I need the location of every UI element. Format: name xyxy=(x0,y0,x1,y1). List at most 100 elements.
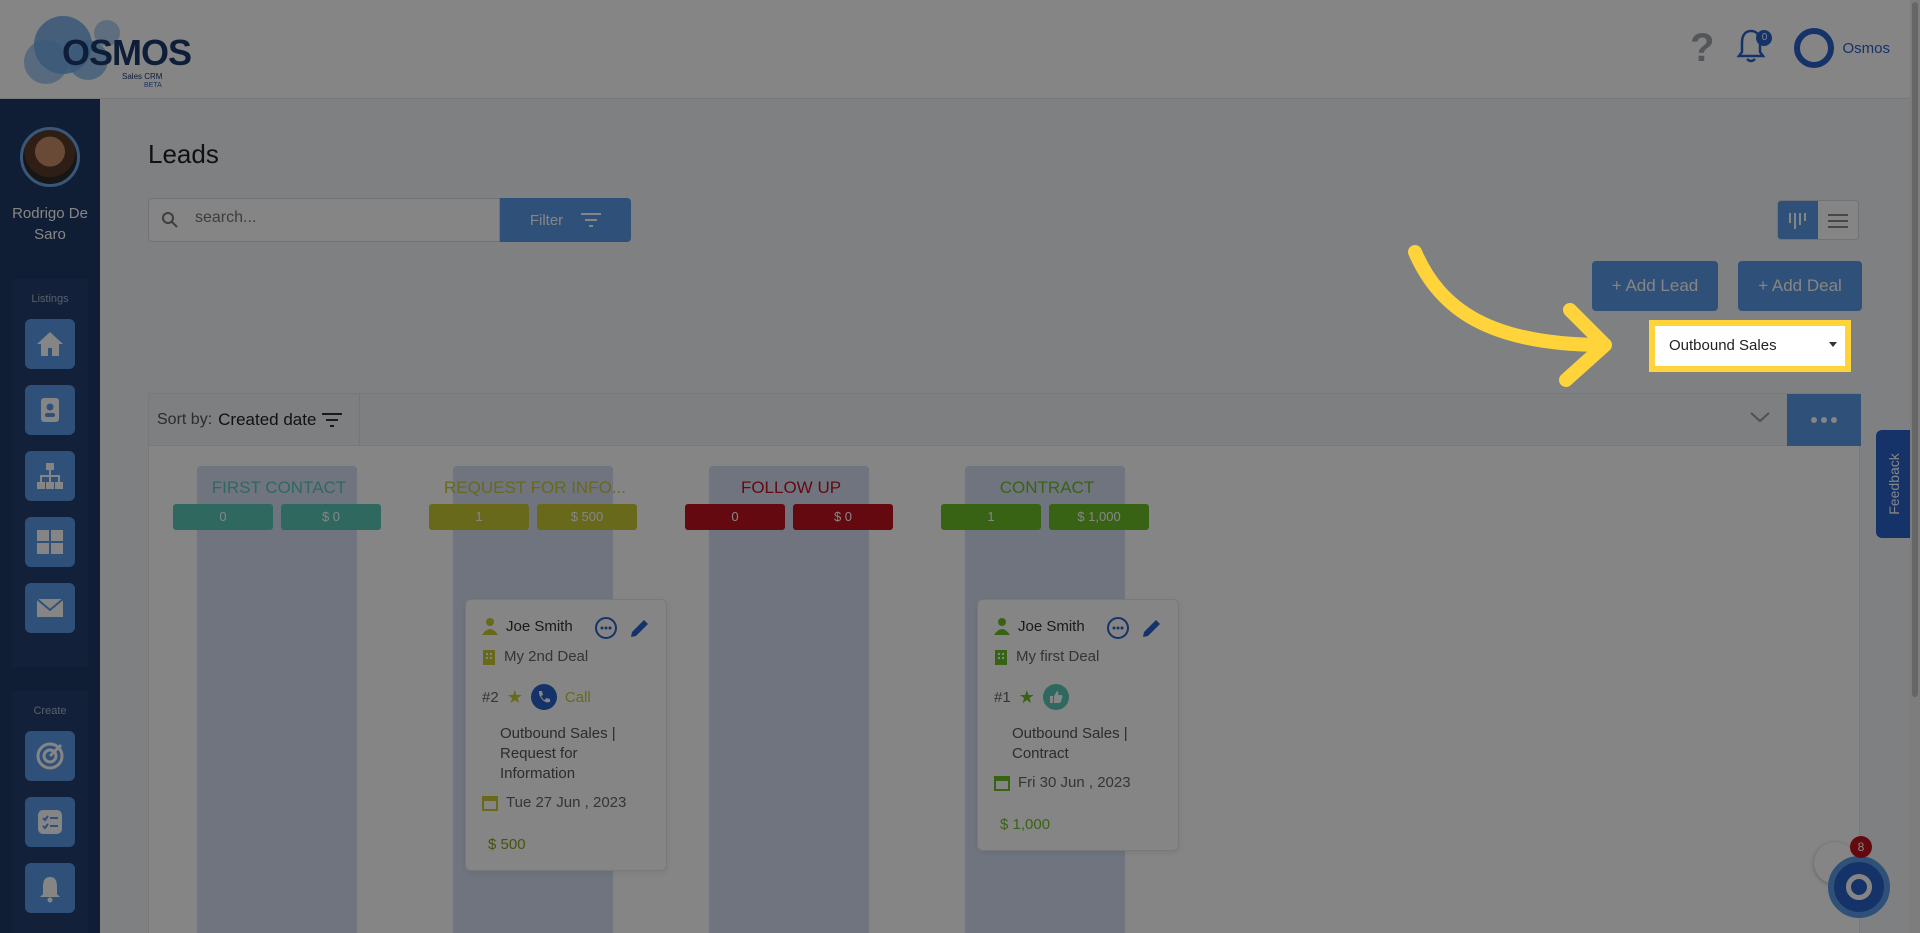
sidebar-item-create-reminder[interactable] xyxy=(25,863,75,913)
card-deal: My 2nd Deal xyxy=(482,648,588,665)
card-contact: Joe Smith xyxy=(994,617,1085,635)
list-icon xyxy=(1828,214,1848,228)
feedback-tab[interactable]: Feedback xyxy=(1876,430,1910,538)
highlight-frame xyxy=(1649,320,1851,372)
stage-count: 1 xyxy=(429,504,529,530)
more-dot xyxy=(1821,417,1827,423)
filter-label: Filter xyxy=(529,211,564,229)
notifications-button[interactable]: 0 xyxy=(1736,28,1773,68)
sidebar: Rodrigo De Saro Listings Create xyxy=(0,99,100,933)
more-dot xyxy=(1831,417,1837,423)
target-icon xyxy=(36,742,64,770)
person-icon xyxy=(994,618,1010,635)
kanban-icon xyxy=(1789,213,1806,229)
mail-icon xyxy=(36,598,64,617)
stage-title: FIRST CONTACT xyxy=(211,478,347,497)
sort-bar: Sort by: Created date xyxy=(149,394,1861,446)
sidebar-item-mail[interactable] xyxy=(25,583,75,633)
deal-card[interactable]: Joe Smith My 2nd Deal #2 ★ Call Outbound… xyxy=(465,599,667,871)
search-icon xyxy=(162,212,178,228)
card-stage: Outbound Sales | Contract xyxy=(1012,725,1128,762)
phone-icon[interactable] xyxy=(530,684,557,710)
app-root: OSMOS Sales CRM BETA ? 0 Osmos Rodrigo D… xyxy=(0,0,1920,933)
card-meta: #1 ★ xyxy=(994,684,1069,710)
edit-icon[interactable] xyxy=(1140,616,1164,640)
stage-amount: $ 1,000 xyxy=(1049,504,1149,530)
card-rank: #2 xyxy=(482,688,499,706)
chat-launcher-button[interactable] xyxy=(1828,856,1890,918)
account-menu[interactable]: Osmos xyxy=(1794,28,1890,68)
sort-control[interactable]: Sort by: Created date xyxy=(157,410,343,430)
search-input[interactable] xyxy=(195,209,485,227)
chat-logo-icon xyxy=(1846,874,1872,900)
card-contact: Joe Smith xyxy=(482,617,573,635)
kanban-view-button[interactable] xyxy=(1778,201,1818,239)
sidebar-item-create-task[interactable] xyxy=(25,797,75,847)
card-date: Tue 27 Jun , 2023 xyxy=(482,794,626,811)
card-meta: #2 ★ Call xyxy=(482,684,591,710)
card-amount: $ 1,000 xyxy=(1000,816,1051,833)
sidebar-user-name: Rodrigo De Saro xyxy=(12,205,88,243)
star-icon: ★ xyxy=(506,686,523,707)
person-icon xyxy=(482,618,498,635)
sidebar-item-home[interactable] xyxy=(25,319,75,369)
sidebar-item-create-goal[interactable] xyxy=(25,731,75,781)
deal-card[interactable]: Joe Smith My first Deal #1 ★ Outbound Sa… xyxy=(977,599,1179,851)
card-date: Fri 30 Jun , 2023 xyxy=(994,774,1131,791)
osmos-logo[interactable]: OSMOS Sales CRM BETA xyxy=(24,10,192,90)
filter-icon xyxy=(581,213,602,227)
kanban-board: Sort by: Created date FIRST CONTACT 0 $ … xyxy=(148,393,1861,933)
stage-count: 1 xyxy=(941,504,1041,530)
card-actions xyxy=(1106,616,1164,640)
question-icon[interactable]: ? xyxy=(1690,26,1714,70)
sidebar-create: Create xyxy=(12,691,88,933)
card-deal-name: My first Deal xyxy=(1016,648,1100,665)
alarm-icon xyxy=(40,877,60,903)
card-actions xyxy=(594,616,652,640)
chat-icon[interactable] xyxy=(1106,616,1130,640)
calendar-icon xyxy=(482,795,498,811)
stage-amount: $ 0 xyxy=(793,504,893,530)
stage-count: 0 xyxy=(173,504,273,530)
search-box xyxy=(148,198,500,242)
avatar[interactable] xyxy=(20,127,80,187)
page-scrollbar[interactable] xyxy=(1910,0,1920,933)
scrollbar-thumb[interactable] xyxy=(1912,2,1918,697)
view-toggle xyxy=(1777,200,1859,240)
sort-value: Created date xyxy=(218,410,317,429)
card-next-action[interactable]: Call xyxy=(565,689,591,706)
card-amount: $ 500 xyxy=(488,836,526,853)
building-icon xyxy=(995,649,1007,665)
chevron-down-icon[interactable] xyxy=(1749,410,1771,424)
sidebar-item-organization[interactable] xyxy=(25,451,75,501)
chat-icon[interactable] xyxy=(594,616,618,640)
edit-icon[interactable] xyxy=(628,616,652,640)
feedback-label: Feedback xyxy=(1886,453,1902,515)
card-stage: Outbound Sales | Request for Information xyxy=(500,725,616,782)
stage-title: FOLLOW UP xyxy=(740,478,842,497)
list-view-button[interactable] xyxy=(1818,201,1858,239)
more-options-button[interactable] xyxy=(1787,394,1861,446)
card-contact-name: Joe Smith xyxy=(506,617,573,635)
checklist-icon xyxy=(38,810,62,834)
stage-lane xyxy=(709,466,869,933)
stage-amount: $ 500 xyxy=(537,504,637,530)
building-icon xyxy=(483,649,495,665)
sort-divider xyxy=(359,394,360,446)
sidebar-item-dashboard[interactable] xyxy=(25,517,75,567)
sidebar-create-label: Create xyxy=(33,705,67,717)
sidebar-item-contacts[interactable] xyxy=(25,385,75,435)
org-chart-icon xyxy=(37,463,63,489)
card-date-text: Fri 30 Jun , 2023 xyxy=(1018,774,1131,791)
more-dot xyxy=(1811,417,1817,423)
sort-icon xyxy=(322,413,343,427)
add-deal-button[interactable]: + Add Deal xyxy=(1738,261,1862,311)
contact-card-icon xyxy=(41,398,59,422)
page-title: Leads xyxy=(148,139,219,169)
card-rank: #1 xyxy=(994,688,1011,706)
filter-button[interactable]: Filter xyxy=(500,198,631,242)
thumbs-up-icon[interactable] xyxy=(1042,684,1069,710)
logo-beta: BETA xyxy=(144,82,162,89)
logo-wordmark: OSMOS xyxy=(62,32,192,73)
top-bar: OSMOS Sales CRM BETA ? 0 Osmos xyxy=(0,0,1920,99)
